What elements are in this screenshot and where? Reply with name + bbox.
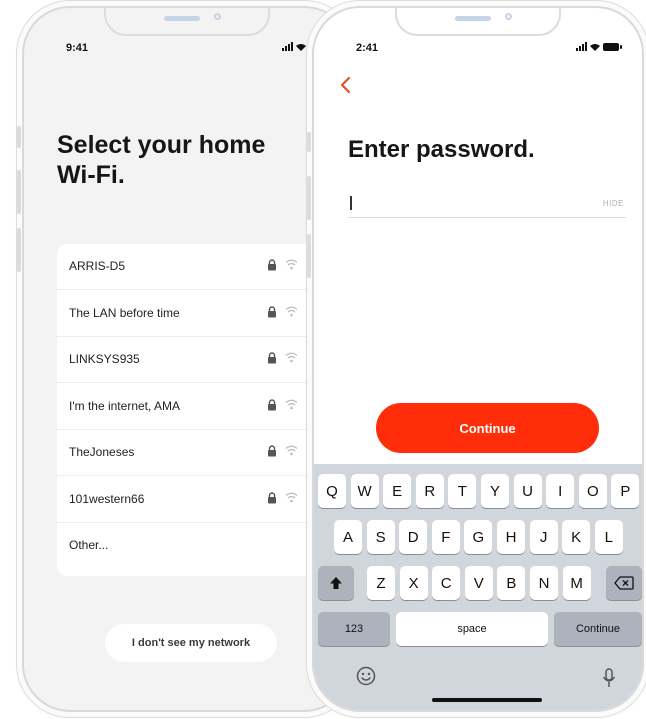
key-f[interactable]: F <box>431 520 460 554</box>
return-key[interactable]: Continue <box>554 612 642 646</box>
backspace-icon <box>614 576 634 590</box>
signal-icon <box>282 42 293 51</box>
space-key[interactable]: space <box>396 612 548 646</box>
shift-icon <box>330 577 342 589</box>
wifi-status-icon <box>296 43 306 51</box>
battery-icon <box>603 42 622 51</box>
network-row[interactable]: The LAN before time <box>57 291 327 337</box>
key-c[interactable]: C <box>432 566 461 600</box>
camera <box>505 13 512 20</box>
key-a[interactable]: A <box>334 520 362 554</box>
phone-left: 9:41 Select your home Wi-Fi. ARRIS-D5 The… <box>22 6 352 712</box>
key-z[interactable]: Z <box>367 566 395 600</box>
signal-icon <box>576 42 587 51</box>
side-button <box>307 176 311 220</box>
side-button <box>17 170 21 214</box>
wifi-signal-icon <box>285 492 298 502</box>
camera <box>214 13 221 20</box>
key-w[interactable]: W <box>350 474 379 508</box>
network-row[interactable]: I'm the internet, AMA <box>57 384 327 430</box>
lock-icon <box>268 491 276 503</box>
key-m[interactable]: M <box>562 566 591 600</box>
status-time: 9:41 <box>66 42 89 54</box>
phone-right: 2:41 Enter password. HIDE Continue QWERT… <box>312 6 644 712</box>
network-row[interactable]: ARRIS-D5 <box>57 244 327 290</box>
lock-icon <box>268 352 276 364</box>
page-title: Enter password. <box>348 136 535 163</box>
wifi-signal-icon <box>285 352 298 363</box>
network-row[interactable]: LINKSYS935 <box>57 337 327 383</box>
network-name: The LAN before time <box>69 305 180 320</box>
lock-icon <box>268 259 276 271</box>
network-name: I'm the internet, AMA <box>69 398 181 413</box>
key-i[interactable]: I <box>546 474 575 508</box>
back-arrow-icon[interactable] <box>339 76 351 94</box>
status-time: 2:41 <box>356 42 379 54</box>
key-p[interactable]: P <box>611 474 640 508</box>
lock-icon <box>268 398 276 410</box>
hide-password-button[interactable]: HIDE <box>603 199 624 208</box>
speaker <box>455 16 491 21</box>
notch <box>395 8 561 36</box>
network-row[interactable]: Other... <box>57 523 327 569</box>
key-e[interactable]: E <box>383 474 412 508</box>
no-network-button[interactable]: I don't see my network <box>105 624 277 662</box>
continue-button[interactable]: Continue <box>376 403 599 453</box>
title-line-1: Select your home <box>57 131 266 159</box>
key-k[interactable]: K <box>562 520 591 554</box>
key-o[interactable]: O <box>578 474 607 508</box>
side-button <box>17 228 21 272</box>
emoji-icon[interactable] <box>356 666 376 686</box>
status-icons <box>282 42 306 51</box>
wifi-signal-icon <box>285 399 298 409</box>
key-x[interactable]: X <box>399 566 428 600</box>
key-g[interactable]: G <box>464 520 493 554</box>
side-button <box>17 126 21 148</box>
microphone-icon[interactable] <box>602 668 616 688</box>
lock-icon <box>268 445 276 457</box>
key-s[interactable]: S <box>366 520 395 554</box>
key-q[interactable]: Q <box>318 474 346 508</box>
page-title: Select your home Wi-Fi. <box>57 130 265 190</box>
lock-icon <box>268 305 276 317</box>
key-t[interactable]: T <box>448 474 477 508</box>
key-y[interactable]: Y <box>481 474 509 508</box>
network-row[interactable]: 101western66 <box>57 477 327 523</box>
status-icons <box>576 42 622 51</box>
key-u[interactable]: U <box>513 474 542 508</box>
side-button <box>307 132 311 152</box>
network-name: 101western66 <box>69 491 145 506</box>
text-caret <box>350 196 352 210</box>
shift-key[interactable] <box>318 566 354 600</box>
key-h[interactable]: H <box>497 520 525 554</box>
wifi-signal-icon <box>285 445 298 456</box>
wifi-signal-icon <box>285 259 298 270</box>
network-list: ARRIS-D5 The LAN before time LINKSYS935 I'm… <box>57 244 327 576</box>
network-name: Other... <box>69 538 109 552</box>
key-r[interactable]: R <box>415 474 444 508</box>
key-j[interactable]: J <box>529 520 558 554</box>
home-indicator <box>432 698 542 702</box>
wifi-signal-icon <box>285 306 298 316</box>
key-v[interactable]: V <box>464 566 493 600</box>
notch <box>104 8 270 36</box>
backspace-key[interactable] <box>606 566 642 600</box>
network-row[interactable]: TheJoneses <box>57 430 327 476</box>
key-n[interactable]: N <box>530 566 558 600</box>
key-b[interactable]: B <box>497 566 526 600</box>
password-input[interactable]: HIDE <box>348 190 626 218</box>
numbers-key[interactable]: 123 <box>318 612 390 646</box>
key-l[interactable]: L <box>594 520 623 554</box>
network-name: TheJoneses <box>69 445 135 459</box>
network-name: LINKSYS935 <box>69 352 140 366</box>
wifi-status-icon <box>590 43 600 51</box>
title-line-2: Wi-Fi. <box>57 161 125 189</box>
key-d[interactable]: D <box>399 520 428 554</box>
side-button <box>307 234 311 278</box>
speaker <box>164 16 200 21</box>
network-name: ARRIS-D5 <box>69 259 126 273</box>
